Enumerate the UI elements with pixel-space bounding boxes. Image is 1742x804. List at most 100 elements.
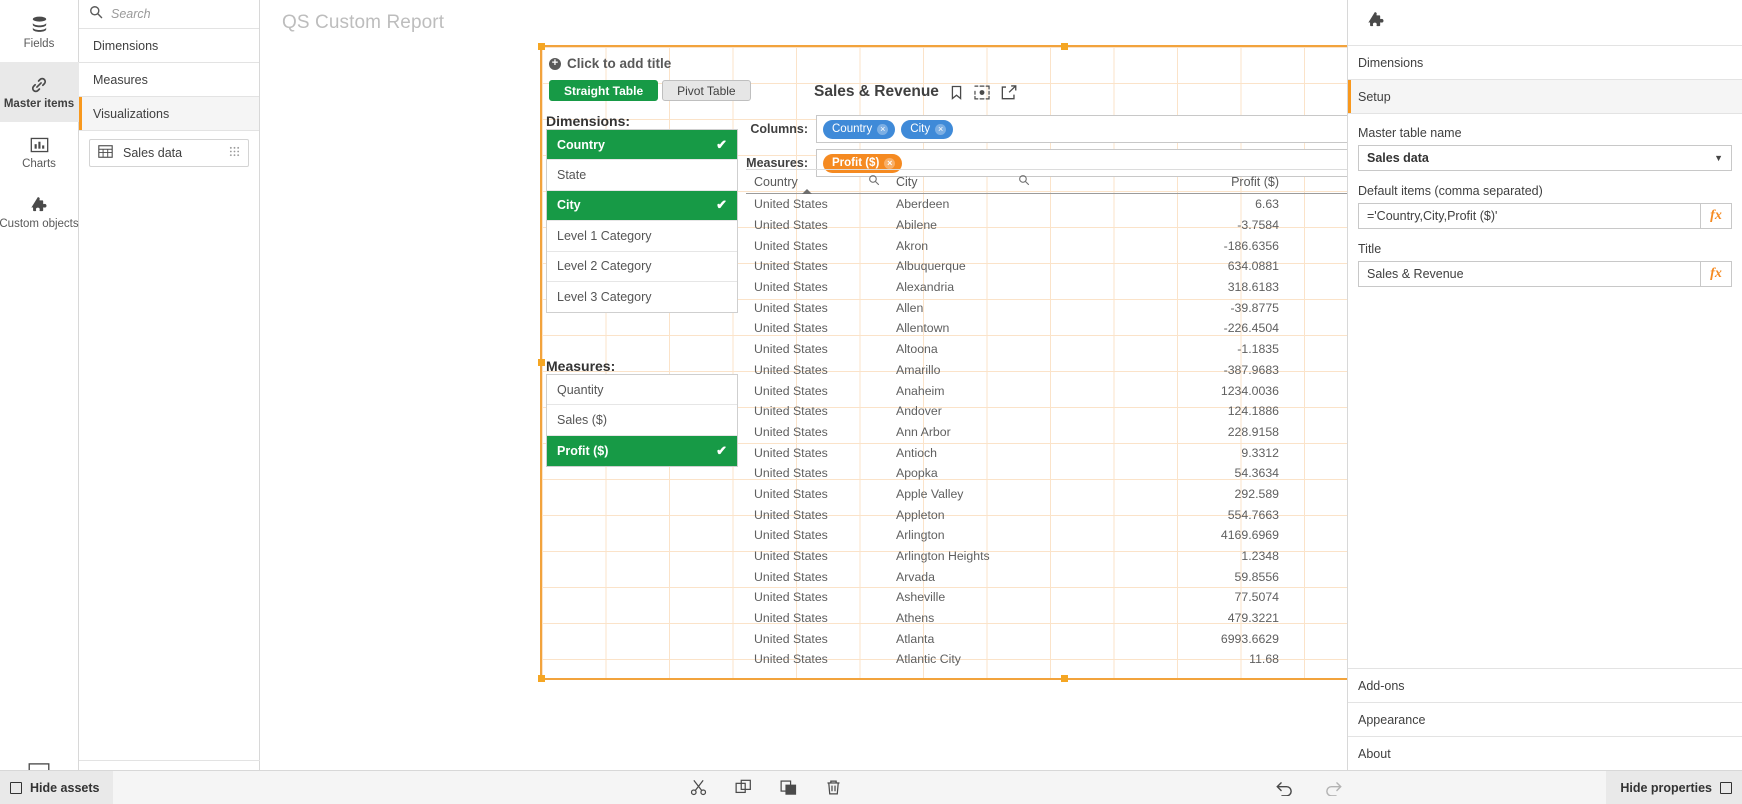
remove-chip-icon[interactable]: ×: [877, 123, 889, 135]
resize-handle-top-left[interactable]: [538, 43, 545, 50]
dimension-option-country[interactable]: Country ✔: [547, 130, 737, 161]
resize-handle-bottom-center[interactable]: [1061, 675, 1068, 682]
link-icon: [28, 74, 50, 96]
copy-icon[interactable]: [735, 779, 752, 796]
redo-icon[interactable]: [1324, 780, 1343, 796]
column-chip-city[interactable]: City ×: [901, 119, 954, 139]
add-title-button[interactable]: + Click to add title: [549, 56, 671, 71]
table-row[interactable]: United States Athens 479.3221: [746, 608, 1347, 629]
assets-section-measures[interactable]: Measures: [79, 63, 259, 97]
cell-profit: 77.5074: [1234, 590, 1279, 605]
drag-grip-icon[interactable]: [229, 146, 240, 160]
properties-section-dimensions[interactable]: Dimensions: [1348, 46, 1742, 80]
columns-dropzone[interactable]: Country × City ×: [816, 115, 1347, 143]
assets-section-dimensions[interactable]: Dimensions: [79, 29, 259, 63]
properties-section-label: About: [1358, 746, 1391, 761]
columns-label: Columns:: [750, 122, 808, 136]
dimension-option-state[interactable]: State: [547, 160, 737, 191]
rail-item-custom-objects[interactable]: Custom objects: [0, 182, 79, 242]
master-table-name-select[interactable]: Sales data ▼: [1358, 145, 1732, 171]
delete-icon[interactable]: [825, 779, 842, 796]
table-row[interactable]: United States Altoona -1.1835: [746, 339, 1347, 360]
header-label: Country: [754, 174, 798, 189]
measure-option-quantity[interactable]: Quantity: [547, 375, 737, 406]
magnifier-icon[interactable]: [868, 174, 880, 189]
default-items-input[interactable]: ='Country,City,Profit ($)': [1358, 203, 1700, 229]
cell-profit: -186.6356: [1223, 238, 1279, 253]
table-row[interactable]: United States Albuquerque 634.0881: [746, 256, 1347, 277]
remove-chip-icon[interactable]: ×: [884, 157, 896, 169]
title-expression-button[interactable]: fx: [1700, 261, 1732, 287]
properties-section-appearance[interactable]: Appearance: [1348, 702, 1742, 736]
column-chip-country[interactable]: Country ×: [823, 119, 896, 139]
straight-table-button[interactable]: Straight Table: [549, 80, 659, 101]
table-row[interactable]: United States Apple Valley 292.589: [746, 484, 1347, 505]
dimension-option-level-1-category[interactable]: Level 1 Category: [547, 221, 737, 252]
resize-handle-bottom-left[interactable]: [538, 675, 545, 682]
asset-item-sales-data[interactable]: Sales data: [89, 139, 249, 167]
table-row[interactable]: United States Abilene -3.7584: [746, 215, 1347, 236]
table-row[interactable]: United States Antioch 9.3312: [746, 442, 1347, 463]
master-table-name-label: Master table name: [1358, 126, 1462, 140]
share-icon[interactable]: [1001, 84, 1017, 100]
table-header-profit[interactable]: Profit ($): [1038, 170, 1289, 193]
table-row[interactable]: United States Apopka 54.3634: [746, 463, 1347, 484]
cell-city: Ann Arbor: [896, 424, 951, 439]
rail-item-charts[interactable]: Charts: [0, 122, 79, 182]
snapshot-icon[interactable]: [974, 85, 990, 100]
dimension-option-level-3-category[interactable]: Level 3 Category: [547, 281, 737, 313]
dimension-option-level-2-category[interactable]: Level 2 Category: [547, 251, 737, 282]
rail-item-fields[interactable]: Fields: [0, 2, 79, 62]
table-row[interactable]: United States Andover 124.1886: [746, 401, 1347, 422]
search-row[interactable]: Search: [79, 0, 259, 29]
table-row[interactable]: United States Arlington Heights 1.2348: [746, 546, 1347, 567]
table-header-country[interactable]: Country: [746, 170, 888, 194]
hide-assets-button[interactable]: Hide assets: [0, 770, 114, 804]
dimension-option-city[interactable]: City ✔: [547, 190, 737, 222]
table-row[interactable]: United States Ann Arbor 228.9158: [746, 422, 1347, 443]
selected-object-frame[interactable]: + Click to add title Straight Table Pivo…: [538, 43, 1347, 682]
default-items-expression-button[interactable]: fx: [1700, 203, 1732, 229]
cut-icon[interactable]: [690, 779, 707, 796]
table-row[interactable]: United States Arlington 4169.6969: [746, 525, 1347, 546]
table-row[interactable]: United States Atlantic City 11.68: [746, 649, 1347, 670]
table-header-city[interactable]: City: [888, 170, 1038, 193]
cell-country: United States: [754, 259, 828, 274]
properties-section-setup[interactable]: Setup: [1348, 80, 1742, 114]
cell-city: Antioch: [896, 445, 938, 460]
table-row[interactable]: United States Aberdeen 6.63: [746, 194, 1347, 215]
rail-item-master-items[interactable]: Master items: [0, 62, 79, 122]
assets-section-visualizations[interactable]: Visualizations: [79, 97, 259, 131]
table-row[interactable]: United States Asheville 77.5074: [746, 587, 1347, 608]
hide-properties-label: Hide properties: [1620, 780, 1712, 795]
measure-option-profit[interactable]: Profit ($) ✔: [547, 435, 737, 467]
cell-city: Anaheim: [896, 383, 945, 398]
pivot-table-button[interactable]: Pivot Table: [662, 80, 751, 101]
remove-chip-icon[interactable]: ×: [935, 123, 947, 135]
table-row[interactable]: United States Atlanta 6993.6629: [746, 628, 1347, 649]
properties-section-label: Add-ons: [1358, 678, 1405, 693]
properties-section-about[interactable]: About: [1348, 736, 1742, 770]
cell-profit: 479.3221: [1227, 611, 1279, 626]
properties-body: Master table name Sales data ▼ Default i…: [1348, 114, 1742, 668]
hide-properties-button[interactable]: Hide properties: [1606, 770, 1742, 804]
table-row[interactable]: United States Allentown -226.4504: [746, 318, 1347, 339]
measure-option-sales[interactable]: Sales ($): [547, 405, 737, 436]
table-row[interactable]: United States Anaheim 1234.0036: [746, 380, 1347, 401]
table-row[interactable]: United States Akron -186.6356: [746, 235, 1347, 256]
title-input[interactable]: Sales & Revenue: [1358, 261, 1700, 287]
paste-icon[interactable]: [780, 779, 797, 796]
table-row[interactable]: United States Amarillo -387.9683: [746, 360, 1347, 381]
asset-item-label: Sales data: [123, 146, 183, 160]
table-row[interactable]: United States Arvada 59.8556: [746, 566, 1347, 587]
table-row[interactable]: United States Appleton 554.7663: [746, 504, 1347, 525]
magnifier-icon[interactable]: [1018, 174, 1030, 189]
resize-handle-top-center[interactable]: [1061, 43, 1068, 50]
undo-icon[interactable]: [1275, 780, 1294, 796]
bookmark-icon[interactable]: [950, 85, 963, 100]
table-row[interactable]: United States Allen -39.8775: [746, 297, 1347, 318]
properties-section-add-ons[interactable]: Add-ons: [1348, 668, 1742, 702]
resize-handle-middle-left[interactable]: [538, 358, 545, 366]
table-row[interactable]: United States Alexandria 318.6183: [746, 277, 1347, 298]
